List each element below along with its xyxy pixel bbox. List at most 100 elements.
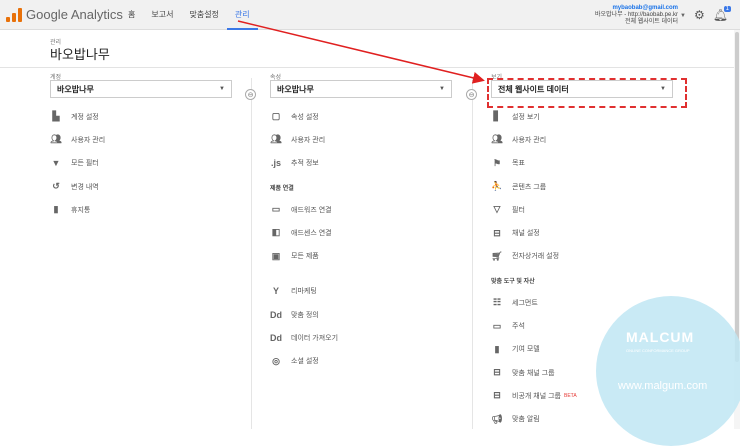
item-label: 휴지통 [71, 206, 91, 214]
account-users-item[interactable]: 👥︎ 사용자 관리 [50, 128, 232, 151]
item-label: 모든 제품 [291, 253, 319, 261]
channel-settings-item[interactable]: ⊟ 채널 설정 [491, 221, 673, 244]
personal-tools-header: 맞춤 도구 및 자산 [491, 279, 535, 286]
google-analytics-logo[interactable]: Google Analytics [6, 7, 123, 22]
adsense-linking-item[interactable]: ◧ 애드센스 연결 [270, 221, 452, 244]
account-email: mybaobab@gmail.com [612, 5, 678, 11]
channel-icon: ⊟ [493, 367, 501, 378]
item-label: 필터 [512, 206, 525, 214]
content-grouping-item[interactable]: ⛹ 콘텐츠 그룹 [491, 175, 673, 198]
products-icon: ▣ [271, 250, 281, 261]
change-history-item[interactable]: ↺ 변경 내역 [50, 175, 232, 198]
column-divider [472, 78, 473, 429]
item-label: 속성 설정 [291, 113, 319, 121]
product-linking-header: 제품 연결 [270, 185, 294, 192]
ecommerce-settings-item[interactable]: 🛒︎ 전자상거래 설정 [491, 245, 673, 268]
view-users-item[interactable]: 👥︎ 사용자 관리 [491, 128, 673, 151]
item-label: 설정 보기 [512, 113, 540, 121]
page-title: 바오밥나무 [50, 47, 110, 62]
all-filters-item[interactable]: ▼ 모든 필터 [50, 152, 232, 175]
account-select-value: 바오밥나무 [57, 84, 94, 94]
item-label: 사용자 관리 [291, 136, 326, 144]
item-label: 맞춤 알림 [512, 416, 540, 424]
trash-icon: ▮ [53, 204, 59, 215]
item-label: 계정 설정 [71, 113, 99, 121]
item-label: 기여 모델 [512, 346, 540, 354]
link-toggle-icon[interactable]: ⊖ [245, 89, 256, 100]
scrollbar-thumb[interactable] [735, 32, 739, 362]
item-label: 맞춤 채널 그룹 [512, 369, 555, 377]
page-header: 관리 바오밥나무 [0, 30, 734, 68]
item-label: 맞춤 정의 [291, 311, 319, 319]
item-label: 사용자 관리 [71, 136, 106, 144]
property-users-item[interactable]: 👥︎ 사용자 관리 [270, 128, 452, 151]
js-icon: .js [270, 158, 281, 169]
dd-icon: Dd [270, 309, 282, 320]
highlight-box [487, 78, 687, 108]
logo-text: Google Analytics [26, 7, 123, 22]
watermark-subtitle: ONLINE CONFORMANCE GROUP [626, 348, 690, 353]
gear-icon[interactable]: ⚙ [694, 9, 706, 21]
building-icon: ▙ [52, 111, 60, 122]
nav-admin[interactable]: 관리 [226, 0, 258, 30]
watermark-circle [596, 296, 740, 446]
filter-icon: ▼ [51, 158, 61, 169]
remarketing-item[interactable]: Y 리마케팅 [270, 280, 452, 303]
nav-home[interactable]: 홈 [120, 0, 143, 30]
adwords-linking-item[interactable]: ▭ 애드워즈 연결 [270, 198, 452, 221]
item-label: 모든 필터 [71, 160, 99, 168]
view-settings-item[interactable]: ▋ 설정 보기 [491, 105, 673, 128]
item-label: 주석 [512, 323, 525, 331]
link-toggle-icon[interactable]: ⊖ [466, 89, 477, 100]
account-settings-item[interactable]: ▙ 계정 설정 [50, 105, 232, 128]
custom-definitions-item[interactable]: Dd 맞춤 정의 [270, 303, 452, 326]
top-bar: Google Analytics 홈 보고서 맞춤설정 관리 mybaobab@… [0, 0, 740, 30]
item-label: 리마케팅 [291, 288, 317, 296]
tracking-info-item[interactable]: .js 추적 정보 [270, 152, 452, 175]
main-nav: 홈 보고서 맞춤설정 관리 [120, 0, 258, 30]
nav-reports[interactable]: 보고서 [143, 0, 181, 30]
data-import-item[interactable]: Dd 데이터 가져오기 [270, 326, 452, 349]
users-icon: 👥︎ [491, 134, 503, 145]
notification-badge: 1 [723, 6, 731, 12]
users-icon: 👥︎ [50, 134, 62, 145]
property-settings-item[interactable]: ▢ 속성 설정 [270, 105, 452, 128]
beta-badge: BETA [563, 392, 577, 399]
property-select-value: 바오밥나무 [277, 84, 314, 94]
analytics-logo-icon [6, 7, 22, 22]
watermark-url: www.malgum.com [618, 380, 708, 392]
nav-customization[interactable]: 맞춤설정 [181, 0, 226, 30]
account-column: 계정 바오밥나무 ▼ ▙ 계정 설정 👥︎ 사용자 관리 ▼ 모든 필터 ↺ 변경 내역… [50, 72, 232, 221]
item-label: 변경 내역 [71, 183, 99, 191]
chevron-down-icon: ▼ [439, 86, 445, 92]
property-select[interactable]: 바오밥나무 ▼ [270, 80, 452, 98]
item-label: 비공개 채널 그룹 [512, 392, 561, 400]
property-column: 속성 바오밥나무 ▼ ▢ 속성 설정 👥︎ 사용자 관리 .js 추적 정보 제품 연… [270, 72, 452, 373]
filters-item[interactable]: ▽ 필터 [491, 198, 673, 221]
channel-icon: ⊟ [493, 227, 501, 238]
cart-icon: 🛒︎ [491, 250, 503, 261]
adwords-icon: ▭ [271, 204, 281, 215]
chevron-down-icon[interactable]: ▼ [680, 13, 686, 19]
goals-item[interactable]: ⚑ 목표 [491, 152, 673, 175]
adsense-icon: ◧ [271, 227, 281, 238]
property-label: 속성 [270, 75, 282, 81]
account-switcher[interactable]: mybaobab@gmail.com 바오밥나무 - http://baobab… [595, 5, 678, 26]
chevron-down-icon: ▼ [219, 86, 225, 92]
filter-icon: ▽ [493, 204, 501, 215]
watermark-title: MALCUM [626, 329, 695, 345]
segments-icon: ☷ [492, 297, 502, 308]
channel-icon: ⊟ [493, 390, 501, 401]
account-label: 계정 [50, 75, 62, 81]
item-label: 데이터 가져오기 [291, 335, 339, 343]
social-settings-item[interactable]: ◎ 소셜 설정 [270, 350, 452, 373]
item-label: 추적 정보 [291, 160, 319, 168]
globe-icon: ◎ [272, 355, 280, 366]
all-products-item[interactable]: ▣ 모든 제품 [270, 244, 452, 267]
account-select[interactable]: 바오밥나무 ▼ [50, 80, 232, 98]
account-site: 바오밥나무 - http://baobab.pe.kr [595, 12, 678, 18]
trash-item[interactable]: ▮ 휴지통 [50, 198, 232, 221]
account-view: 전체 웹사이트 데이터 [624, 19, 678, 25]
megaphone-icon: 📢︎ [491, 413, 503, 424]
item-label: 세그먼트 [512, 299, 538, 307]
